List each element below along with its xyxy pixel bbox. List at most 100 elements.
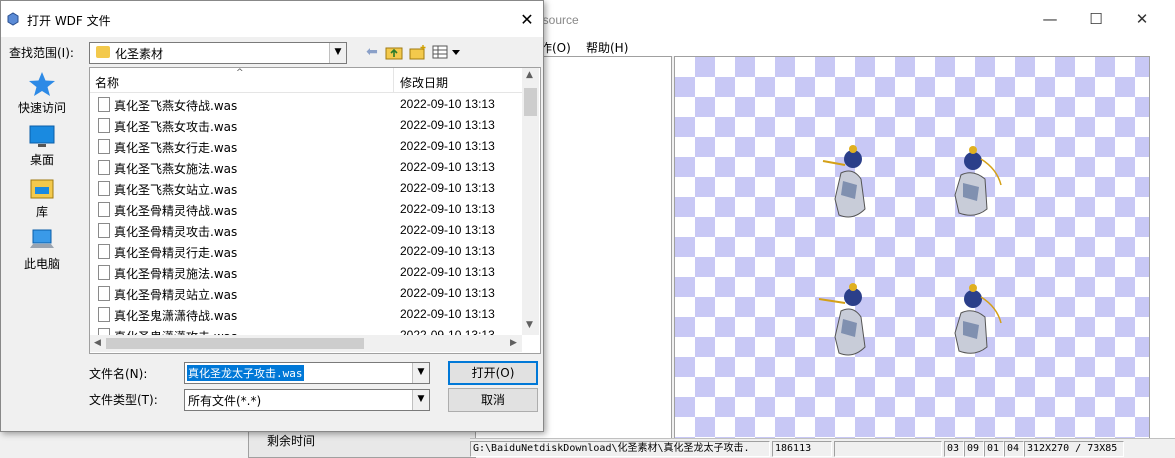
view-menu-icon[interactable] [431,42,463,62]
filename-input[interactable]: 真化圣龙太子攻击.was ▼ [184,362,430,384]
places-bar: 快速访问 桌面 库 此电脑 [7,67,77,337]
remaining-time-label: 剩余时间 [267,434,316,448]
column-separator[interactable] [393,68,394,92]
file-list[interactable]: 名称 ^ 修改日期 真化圣飞燕女待战.was 2022-09-10 13:13 真化… [89,67,541,354]
file-icon [98,244,110,259]
status-f4: 04 [1004,441,1024,457]
column-header-date[interactable]: 修改日期 [400,74,448,91]
file-row[interactable]: 真化圣鬼潇潇待战.was 2022-09-10 13:13 [90,304,522,325]
up-folder-icon[interactable] [383,42,405,62]
file-icon [98,265,110,280]
file-date: 2022-09-10 13:13 [400,181,495,195]
scroll-up-icon[interactable]: ▲ [526,70,533,80]
file-name: 真化圣飞燕女行走.was [114,141,238,155]
file-date: 2022-09-10 13:13 [400,118,495,132]
vertical-scroll-thumb[interactable] [524,88,537,116]
file-row[interactable]: 真化圣骨精灵待战.was 2022-09-10 13:13 [90,199,522,220]
file-icon [98,181,110,196]
computer-icon [30,229,54,248]
file-name: 真化圣飞燕女待战.was [114,99,238,113]
place-quick-access[interactable]: 快速访问 [7,71,77,116]
status-path: G:\BaiduNetdiskDownload\化圣素材\真化圣龙太子攻击. [470,441,770,457]
place-label: 此电脑 [23,257,60,271]
filename-label: 文件名(N): [89,367,148,381]
chevron-down-icon[interactable]: ▼ [412,363,429,383]
file-date: 2022-09-10 13:13 [400,160,495,174]
status-blank [834,441,942,457]
file-icon [98,202,110,217]
menu-operate[interactable]: 作(O) [540,39,571,56]
lookin-value: 化圣素材 [115,47,164,61]
sprite-preview-canvas[interactable] [674,56,1150,440]
file-row[interactable]: 真化圣飞燕女待战.was 2022-09-10 13:13 [90,94,522,115]
place-library[interactable]: 库 [7,175,77,220]
status-f1: 03 [944,441,964,457]
sort-up-icon: ^ [236,68,244,78]
menu-help[interactable]: 帮助(H) [586,39,628,56]
desktop-icon [29,125,55,147]
status-size: 186113 [772,441,832,457]
right-strip [1150,56,1175,438]
dialog-close-button[interactable]: ✕ [513,9,541,31]
filetype-label: 文件类型(T): [89,393,158,407]
file-row[interactable]: 真化圣飞燕女攻击.was 2022-09-10 13:13 [90,115,522,136]
status-f2: 09 [964,441,984,457]
back-icon[interactable]: ⬅ [361,42,383,62]
open-file-dialog: 打开 WDF 文件 ✕ 查找范围(I): 化圣素材 ▼ ⬅ 快速访问 桌面 库 … [0,0,544,432]
file-date: 2022-09-10 13:13 [400,139,495,153]
scroll-right-icon[interactable]: ▶ [510,338,517,348]
app-icon [7,12,19,26]
file-name: 真化圣骨精灵攻击.was [114,225,238,239]
filetype-dropdown[interactable]: 所有文件(*.*) ▼ [184,389,430,411]
file-row[interactable]: 真化圣飞燕女施法.was 2022-09-10 13:13 [90,157,522,178]
file-date: 2022-09-10 13:13 [400,202,495,216]
place-label: 桌面 [29,153,54,167]
file-row[interactable]: 真化圣飞燕女站立.was 2022-09-10 13:13 [90,178,522,199]
close-window-button[interactable]: ✕ [1122,8,1162,30]
scroll-down-icon[interactable]: ▼ [526,320,533,330]
new-folder-icon[interactable] [407,42,429,62]
vertical-scrollbar[interactable]: ▲ ▼ [522,68,539,335]
file-name: 真化圣飞燕女站立.was [114,183,238,197]
place-label: 快速访问 [17,101,66,115]
file-row[interactable]: 真化圣飞燕女行走.was 2022-09-10 13:13 [90,136,522,157]
place-label: 库 [35,205,48,219]
file-name: 真化圣骨精灵待战.was [114,204,238,218]
lookin-label: 查找范围(I): [9,46,74,60]
sprite-frame-2 [954,146,1002,216]
file-icon [98,223,110,238]
open-button[interactable]: 打开(O) [448,361,538,385]
maximize-button[interactable]: ☐ [1076,8,1116,30]
place-this-pc[interactable]: 此电脑 [7,227,77,272]
chevron-down-icon[interactable]: ▼ [412,390,429,410]
file-icon [98,139,110,154]
horizontal-scroll-thumb[interactable] [106,338,364,349]
remaining-time-panel: 剩余时间 [248,428,476,458]
column-header-name[interactable]: 名称 [95,74,119,91]
dialog-title: 打开 WDF 文件 [27,14,111,28]
filename-value[interactable]: 真化圣龙太子攻击.was [187,365,304,381]
file-name: 真化圣飞燕女施法.was [114,162,238,176]
file-name: 真化圣骨精灵行走.was [114,246,238,260]
file-name: 真化圣骨精灵施法.was [114,267,238,281]
filetype-value: 所有文件(*.*) [188,394,262,408]
file-name: 真化圣鬼潇潇待战.was [114,309,238,323]
chevron-down-icon[interactable]: ▼ [329,43,346,63]
scroll-left-icon[interactable]: ◀ [94,338,101,348]
status-dims: 312X270 / 73X85 [1024,441,1124,457]
file-row[interactable]: 真化圣骨精灵施法.was 2022-09-10 13:13 [90,262,522,283]
file-date: 2022-09-10 13:13 [400,265,495,279]
file-date: 2022-09-10 13:13 [400,307,495,321]
minimize-button[interactable]: — [1030,8,1070,30]
sprite-frame-1 [822,145,866,218]
file-row[interactable]: 真化圣骨精灵攻击.was 2022-09-10 13:13 [90,220,522,241]
cancel-button[interactable]: 取消 [448,388,538,412]
file-row[interactable]: 真化圣骨精灵行走.was 2022-09-10 13:13 [90,241,522,262]
horizontal-scrollbar[interactable]: ◀ ▶ [90,335,522,352]
file-date: 2022-09-10 13:13 [400,244,495,258]
file-icon [98,286,110,301]
lookin-dropdown[interactable]: 化圣素材 ▼ [89,42,347,64]
place-desktop[interactable]: 桌面 [7,123,77,168]
file-row[interactable]: 真化圣骨精灵站立.was 2022-09-10 13:13 [90,283,522,304]
file-date: 2022-09-10 13:13 [400,97,495,111]
